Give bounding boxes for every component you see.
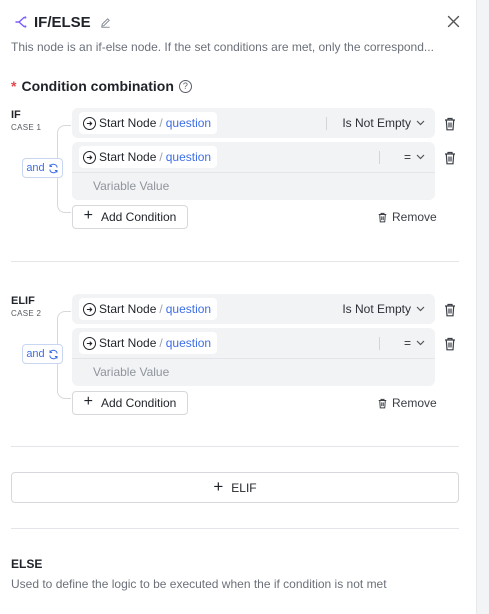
divider [326,117,327,130]
variable-node-name: Start Node [99,150,157,164]
trash-icon[interactable] [443,302,457,318]
remove-case-button[interactable]: Remove [378,396,437,410]
add-condition-label: Add Condition [100,396,177,410]
logic-toggle-button[interactable]: and [22,158,63,178]
trash-icon[interactable] [443,116,457,132]
question-circle-icon[interactable]: ? [178,79,192,93]
chevron-down-icon [416,340,425,346]
variable-node-name: Start Node [99,302,157,316]
logic-label: and [26,348,45,360]
variable-node-name: Start Node [99,336,157,350]
trash-icon [378,398,387,408]
else-title: ELSE [11,557,43,571]
node-description: This node is an if-else node. If the set… [11,40,434,54]
trash-icon[interactable] [443,336,457,352]
condition-row: Start Node / question = Variable Value [72,142,435,200]
refresh-icon [49,163,58,173]
operator-select[interactable]: = [404,142,425,172]
section-divider [11,528,459,529]
logic-label: and [26,162,45,174]
arrow-circle-icon [83,336,96,350]
remove-label: Remove [392,210,437,224]
add-condition-label: Add Condition [100,210,177,224]
operator-value: Is Not Empty [342,116,411,130]
variable-selector[interactable]: Start Node / question [79,332,218,354]
variable-separator: / [159,116,163,130]
condition-combination-title: * Condition combination ? [11,78,192,94]
arrow-circle-icon [83,150,96,164]
operator-select[interactable]: = [404,328,425,358]
variable-separator: / [159,336,163,350]
chevron-down-icon [416,120,425,126]
chevron-down-icon [416,154,425,160]
pencil-icon[interactable] [100,17,111,28]
chevron-down-icon [416,306,425,312]
logic-toggle-button[interactable]: and [22,344,63,364]
variable-selector[interactable]: Start Node / question [79,298,218,320]
case-label: IF [11,109,21,121]
variable-name: question [165,150,212,164]
add-condition-button[interactable]: + Add Condition [72,205,188,229]
node-title: IF/ELSE [34,13,91,31]
case-label: ELIF [11,295,35,307]
value-input[interactable]: Variable Value [72,172,435,199]
trash-icon[interactable] [443,150,457,166]
required-mark: * [11,78,17,94]
variable-selector[interactable]: Start Node / question [79,112,218,134]
variable-node-name: Start Node [99,116,157,130]
add-elif-button[interactable]: + ELIF [11,472,459,503]
remove-label: Remove [392,396,437,410]
refresh-icon [49,349,58,359]
add-condition-button[interactable]: + Add Condition [72,391,188,415]
operator-select[interactable]: Is Not Empty [342,108,425,138]
condition-row: Start Node / question Is Not Empty [72,294,435,324]
plus-icon: + [213,477,224,496]
value-input[interactable]: Variable Value [72,358,435,385]
close-icon[interactable] [444,12,462,30]
operator-value: Is Not Empty [342,302,411,316]
plus-icon: + [83,393,93,410]
arrow-circle-icon [83,116,96,130]
if-else-branch-icon [12,13,30,31]
operator-value: = [403,336,411,350]
variable-name: question [165,302,212,316]
divider [379,151,380,164]
case-sub-label: CASE 1 [11,123,42,132]
scrollbar[interactable] [476,0,489,614]
condition-row: Start Node / question Is Not Empty [72,108,435,138]
variable-separator: / [159,302,163,316]
section-title-text: Condition combination [21,78,174,94]
variable-separator: / [159,150,163,164]
variable-name: question [165,116,212,130]
if-else-panel: IF/ELSE This node is an if-else node. If… [0,0,476,614]
operator-select[interactable]: Is Not Empty [342,294,425,324]
case-sub-label: CASE 2 [11,309,42,318]
section-divider [11,446,459,447]
trash-icon [378,212,387,222]
arrow-circle-icon [83,302,96,316]
variable-name: question [165,336,212,350]
divider [379,337,380,350]
add-elif-label: ELIF [231,480,257,495]
panel-header: IF/ELSE [12,11,462,33]
operator-value: = [403,150,411,164]
condition-row: Start Node / question = Variable Value [72,328,435,386]
variable-selector[interactable]: Start Node / question [79,146,218,168]
plus-icon: + [83,207,93,224]
else-description: Used to define the logic to be executed … [11,577,387,591]
remove-case-button[interactable]: Remove [378,210,437,224]
section-divider [11,261,459,262]
